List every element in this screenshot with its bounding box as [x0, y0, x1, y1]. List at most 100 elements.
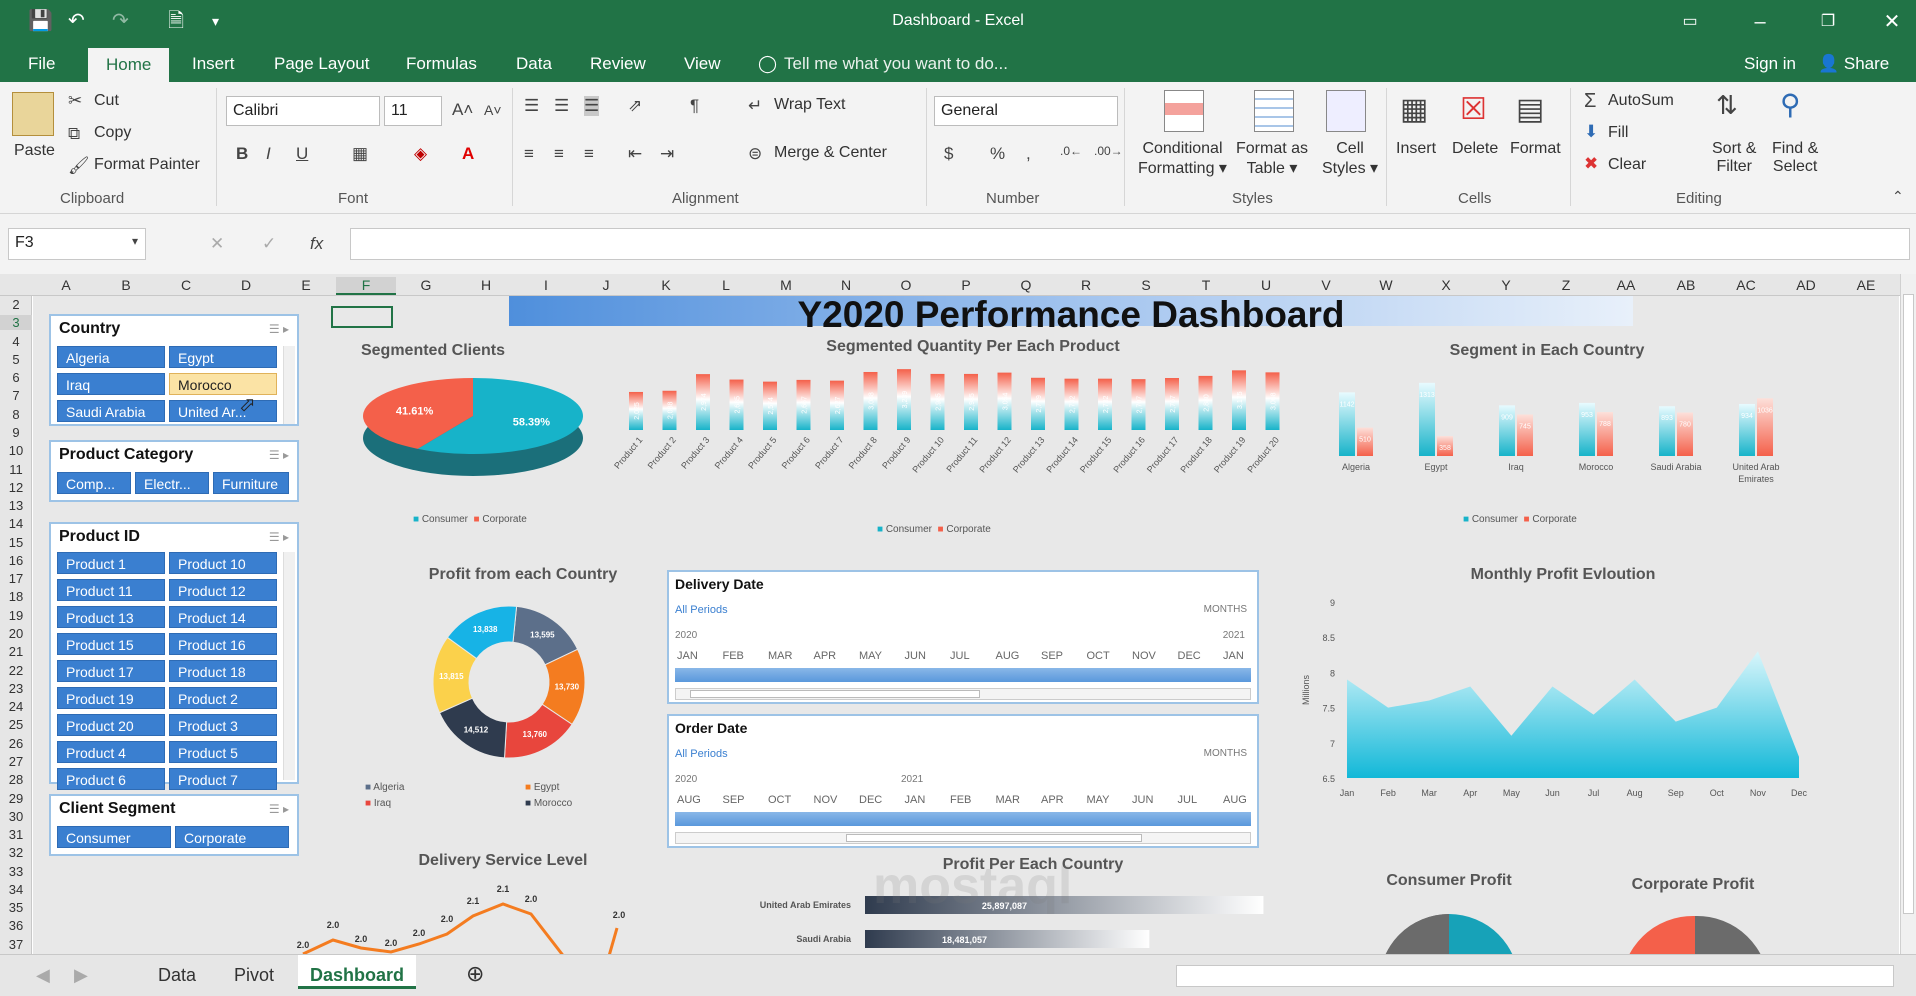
align-middle-icon[interactable]: ☰	[554, 96, 569, 116]
bold-icon[interactable]: B	[236, 144, 248, 164]
row-header-7[interactable]: 7	[0, 388, 32, 403]
text-direction-icon[interactable]: ¶	[690, 96, 699, 116]
country-uae[interactable]: United Ar...	[169, 400, 277, 422]
column-header-q[interactable]: Q	[996, 277, 1056, 293]
corporate-profit-chart[interactable]	[1591, 906, 1801, 954]
column-header-y[interactable]: Y	[1476, 277, 1536, 293]
wrap-text-button[interactable]: Wrap Text	[774, 96, 845, 114]
row-header-4[interactable]: 4	[0, 334, 32, 349]
service-level-line[interactable]	[302, 902, 565, 954]
row-header-6[interactable]: 6	[0, 370, 32, 385]
tab-page-layout[interactable]: Page Layout	[274, 54, 369, 74]
next-sheet-icon[interactable]: ▶	[74, 965, 88, 986]
insert-function-icon[interactable]: fx	[310, 234, 323, 254]
delete-button[interactable]: Delete	[1452, 140, 1498, 158]
segment-consumer[interactable]: Consumer	[57, 826, 171, 848]
copy-button[interactable]: Copy	[94, 124, 131, 142]
paste-button[interactable]: Paste	[14, 142, 55, 160]
column-header-x[interactable]: X	[1416, 277, 1476, 293]
row-header-16[interactable]: 16	[0, 553, 32, 568]
conditional-formatting-button[interactable]: Conditional Formatting ▾	[1138, 140, 1227, 178]
sheet-tab-dashboard[interactable]: Dashboard	[298, 955, 417, 989]
delivery-all-periods[interactable]: All Periods	[675, 604, 728, 616]
minimize-button[interactable]: –	[1740, 6, 1780, 38]
segment-bar-consumer[interactable]	[1499, 405, 1515, 456]
underline-icon[interactable]: U	[296, 144, 308, 164]
product-item-product-18[interactable]: Product 18	[169, 660, 277, 682]
comma-icon[interactable]: ,	[1026, 144, 1031, 164]
row-header-17[interactable]: 17	[0, 571, 32, 586]
tab-home[interactable]: Home	[88, 48, 170, 82]
tab-file[interactable]: File	[28, 54, 55, 74]
row-header-21[interactable]: 21	[0, 644, 32, 659]
format-as-table-button[interactable]: Format as Table ▾	[1236, 140, 1308, 178]
category-electronics[interactable]: Electr...	[135, 472, 209, 494]
row-header-27[interactable]: 27	[0, 754, 32, 769]
order-scrollbar[interactable]	[675, 832, 1251, 844]
column-header-n[interactable]: N	[816, 277, 876, 293]
row-header-20[interactable]: 20	[0, 626, 32, 641]
column-header-z[interactable]: Z	[1536, 277, 1596, 293]
percent-icon[interactable]: %	[990, 144, 1005, 164]
column-header-e[interactable]: E	[276, 277, 336, 293]
row-header-28[interactable]: 28	[0, 772, 32, 787]
column-header-ad[interactable]: AD	[1776, 277, 1836, 293]
row-header-32[interactable]: 32	[0, 845, 32, 860]
increase-indent-icon[interactable]: ⇥	[660, 144, 674, 164]
row-header-3[interactable]: 3	[0, 315, 32, 331]
sort-filter-button[interactable]: Sort & Filter	[1712, 140, 1756, 176]
orientation-icon[interactable]: ⇗	[628, 96, 642, 116]
format-painter-button[interactable]: Format Painter	[94, 156, 200, 174]
cancel-formula-icon[interactable]: ✕	[210, 234, 224, 254]
row-header-37[interactable]: 37	[0, 937, 32, 952]
segment-country-chart[interactable]: 1142 510 Algeria 1313 358 Egypt 909 745 Iraq 953 7…	[1309, 366, 1789, 506]
find-select-button[interactable]: Find & Select	[1772, 140, 1818, 176]
profit-country-donut[interactable]: 13,595 13,730 13,760 14,512 13,815 13,838	[409, 598, 609, 768]
row-header-33[interactable]: 33	[0, 864, 32, 879]
row-header-24[interactable]: 24	[0, 699, 32, 714]
cell-styles-button[interactable]: Cell Styles ▾	[1322, 140, 1378, 178]
row-header-12[interactable]: 12	[0, 480, 32, 495]
category-computers[interactable]: Comp...	[57, 472, 131, 494]
sheet-tab-data[interactable]: Data	[158, 965, 196, 986]
font-name-select[interactable]: Calibri	[226, 96, 380, 126]
column-header-c[interactable]: C	[156, 277, 216, 293]
prev-sheet-icon[interactable]: ◀	[36, 965, 50, 986]
decrease-decimal-icon[interactable]: .00→	[1094, 144, 1123, 158]
profit-area[interactable]	[1347, 651, 1799, 778]
decrease-indent-icon[interactable]: ⇤	[628, 144, 642, 164]
delivery-scrollbar[interactable]	[675, 688, 1251, 700]
autosum-button[interactable]: AutoSum	[1608, 92, 1674, 110]
column-header-b[interactable]: B	[96, 277, 156, 293]
tab-insert[interactable]: Insert	[192, 54, 235, 74]
slicer-options-icon[interactable]: ☰ ▸	[269, 802, 289, 816]
column-header-aa[interactable]: AA	[1596, 277, 1656, 293]
product-item-product-3[interactable]: Product 3	[169, 714, 277, 736]
column-header-ab[interactable]: AB	[1656, 277, 1716, 293]
column-header-p[interactable]: P	[936, 277, 996, 293]
order-period-bar[interactable]	[675, 812, 1251, 826]
product-item-product-13[interactable]: Product 13	[57, 606, 165, 628]
product-item-product-2[interactable]: Product 2	[169, 687, 277, 709]
country-algeria[interactable]: Algeria	[57, 346, 165, 368]
product-item-product-10[interactable]: Product 10	[169, 552, 277, 574]
close-button[interactable]: ✕	[1872, 6, 1912, 38]
segment-corporate[interactable]: Corporate	[175, 826, 289, 848]
product-item-product-17[interactable]: Product 17	[57, 660, 165, 682]
country-slicer-scrollbar[interactable]	[283, 346, 295, 424]
row-header-11[interactable]: 11	[0, 462, 32, 477]
product-item-product-1[interactable]: Product 1	[57, 552, 165, 574]
share-button[interactable]: 👤 Share	[1818, 54, 1889, 74]
sheet-tab-pivot[interactable]: Pivot	[234, 965, 274, 986]
italic-icon[interactable]: I	[266, 144, 271, 164]
delivery-date-timeline[interactable]: Delivery Date All Periods MONTHS 2020 20…	[667, 570, 1259, 704]
tab-view[interactable]: View	[684, 54, 721, 74]
product-item-product-15[interactable]: Product 15	[57, 633, 165, 655]
font-color-icon[interactable]: A	[462, 144, 474, 164]
row-header-18[interactable]: 18	[0, 589, 32, 604]
borders-icon[interactable]: ▦	[352, 144, 368, 164]
row-header-26[interactable]: 26	[0, 736, 32, 751]
product-item-product-19[interactable]: Product 19	[57, 687, 165, 709]
name-box-dropdown-icon[interactable]: ▾	[132, 234, 138, 248]
fill-button[interactable]: Fill	[1608, 124, 1628, 142]
